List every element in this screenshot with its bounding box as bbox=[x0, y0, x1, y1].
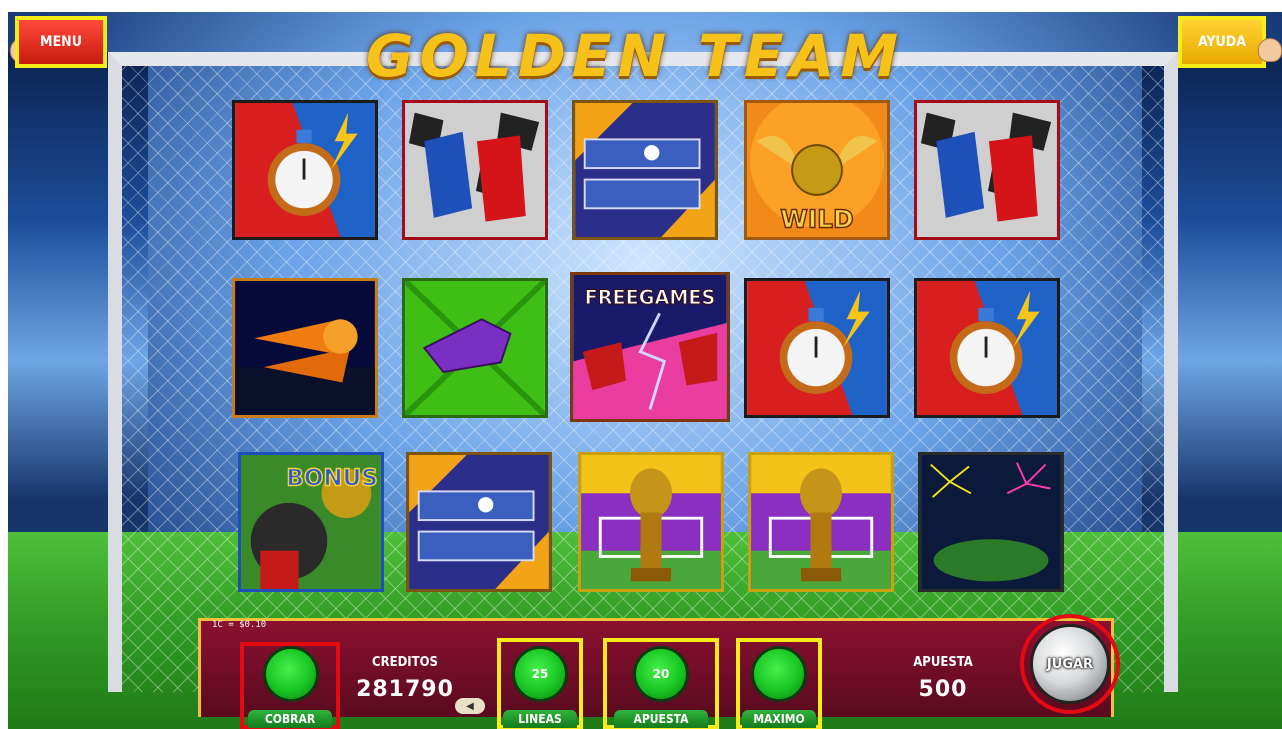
symbol-whistle bbox=[402, 278, 548, 418]
symbol-horns bbox=[232, 278, 378, 418]
help-label: AYUDA bbox=[1182, 20, 1262, 64]
symbol-freegames: FREEGAMES bbox=[570, 272, 730, 422]
lineas-button[interactable]: 25 bbox=[512, 646, 568, 702]
symbol-trophy bbox=[748, 452, 894, 592]
bonus-text: BONUS bbox=[286, 466, 377, 492]
reel-grid: WILD FREEGAMES BONUS bbox=[232, 100, 1064, 596]
game-title: GOLDEN TEAM bbox=[365, 22, 905, 90]
apuesta-value: 500 bbox=[918, 677, 968, 702]
apuesta-button[interactable]: 20 bbox=[633, 646, 689, 702]
symbol-stopwatch bbox=[914, 278, 1060, 418]
symbol-trophy bbox=[578, 452, 724, 592]
denomination: 1C = $0.10 bbox=[212, 620, 267, 630]
cobrar-button[interactable] bbox=[263, 646, 319, 702]
apuesta-button-value: 20 bbox=[652, 667, 670, 681]
symbol-wild: WILD bbox=[744, 100, 890, 240]
symbol-gloves bbox=[402, 100, 548, 240]
freegames-text: FREEGAMES bbox=[585, 286, 716, 309]
menu-button[interactable]: MENU bbox=[15, 16, 107, 68]
wild-text: WILD bbox=[780, 204, 853, 233]
symbol-gloves bbox=[914, 100, 1060, 240]
symbol-stopwatch bbox=[744, 278, 890, 418]
maximo-label[interactable]: MAXIMO bbox=[742, 710, 816, 728]
symbol-bonus: BONUS bbox=[238, 452, 384, 592]
symbol-fireworks bbox=[918, 452, 1064, 592]
apuesta-button-label[interactable]: APUESTA bbox=[614, 710, 708, 728]
symbol-stopwatch bbox=[232, 100, 378, 240]
lineas-value: 25 bbox=[531, 667, 549, 681]
lineas-label[interactable]: LINEAS bbox=[503, 710, 577, 728]
apuesta-label: APUESTA bbox=[913, 655, 973, 670]
maximo-button[interactable] bbox=[751, 646, 807, 702]
creditos-value: 281790 bbox=[356, 677, 454, 702]
speaker-icon[interactable]: ◀ bbox=[455, 698, 485, 714]
creditos-label: CREDITOS bbox=[372, 655, 438, 670]
pointing-hand-icon bbox=[1258, 38, 1282, 62]
help-button[interactable]: AYUDA bbox=[1178, 16, 1266, 68]
menu-label: MENU bbox=[19, 20, 103, 64]
cobrar-label[interactable]: COBRAR bbox=[248, 710, 332, 728]
jugar-label: JUGAR bbox=[1046, 656, 1094, 672]
symbol-tickets bbox=[406, 452, 552, 592]
jugar-button[interactable]: JUGAR bbox=[1030, 624, 1110, 704]
symbol-tickets bbox=[572, 100, 718, 240]
